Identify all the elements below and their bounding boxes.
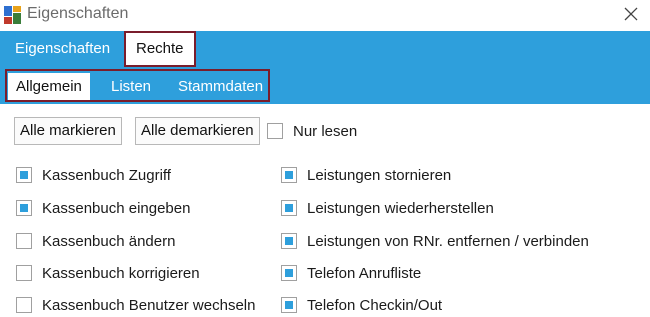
permission-checkbox[interactable]: Kassenbuch eingeben [16,198,190,218]
checkbox-box[interactable] [16,233,32,249]
permission-checkbox[interactable]: Telefon Checkin/Out [281,295,442,315]
permission-checkbox[interactable]: Leistungen wiederherstellen [281,198,494,218]
permission-label: Leistungen wiederherstellen [307,199,494,217]
readonly-label: Nur lesen [293,122,358,140]
select-all-button[interactable]: Alle markieren [14,117,122,145]
permission-label: Kassenbuch eingeben [42,199,191,217]
permission-checkbox[interactable]: Kassenbuch Zugriff [16,165,171,185]
checkbox-box[interactable] [16,200,32,216]
tab-eigenschaften[interactable]: Eigenschaften [6,31,119,67]
checkbox-box[interactable] [16,265,32,281]
permission-label: Kassenbuch Benutzer wechseln [42,296,256,314]
permission-checkbox[interactable]: Leistungen stornieren [281,165,451,185]
permission-label: Telefon Checkin/Out [307,296,443,314]
checkbox-box[interactable] [281,297,297,313]
permission-checkbox[interactable]: Kassenbuch Benutzer wechseln [16,295,255,315]
readonly-checkbox-box[interactable] [267,123,283,139]
permission-label: Leistungen stornieren [307,166,452,184]
permission-checkbox[interactable]: Leistungen von RNr. entfernen / verbinde… [281,231,589,251]
window-title: Eigenschaften [27,5,129,22]
permission-checkbox[interactable]: Kassenbuch ändern [16,231,175,251]
permission-label: Telefon Anrufliste [307,264,422,282]
tab-rechte[interactable]: Rechte [124,31,196,67]
permission-checkbox[interactable]: Kassenbuch korrigieren [16,263,200,283]
permission-label: Leistungen von RNr. entfernen / verbinde… [307,232,589,250]
deselect-all-button[interactable]: Alle demarkieren [135,117,260,145]
title-bar: Eigenschaften [0,0,650,30]
checkbox-box[interactable] [281,167,297,183]
subtab-highlight-frame [5,69,270,102]
permission-label: Kassenbuch Zugriff [42,166,171,184]
checkbox-box[interactable] [281,200,297,216]
checkbox-box[interactable] [281,233,297,249]
checkbox-box[interactable] [16,297,32,313]
permission-checkbox[interactable]: Telefon Anrufliste [281,263,421,283]
permission-label: Kassenbuch korrigieren [42,264,200,282]
close-icon[interactable] [620,3,642,25]
checkbox-box[interactable] [16,167,32,183]
checkbox-box[interactable] [281,265,297,281]
app-logo-icon [4,6,22,24]
readonly-checkbox[interactable]: Nur lesen [267,121,357,141]
permission-label: Kassenbuch ändern [42,232,176,250]
